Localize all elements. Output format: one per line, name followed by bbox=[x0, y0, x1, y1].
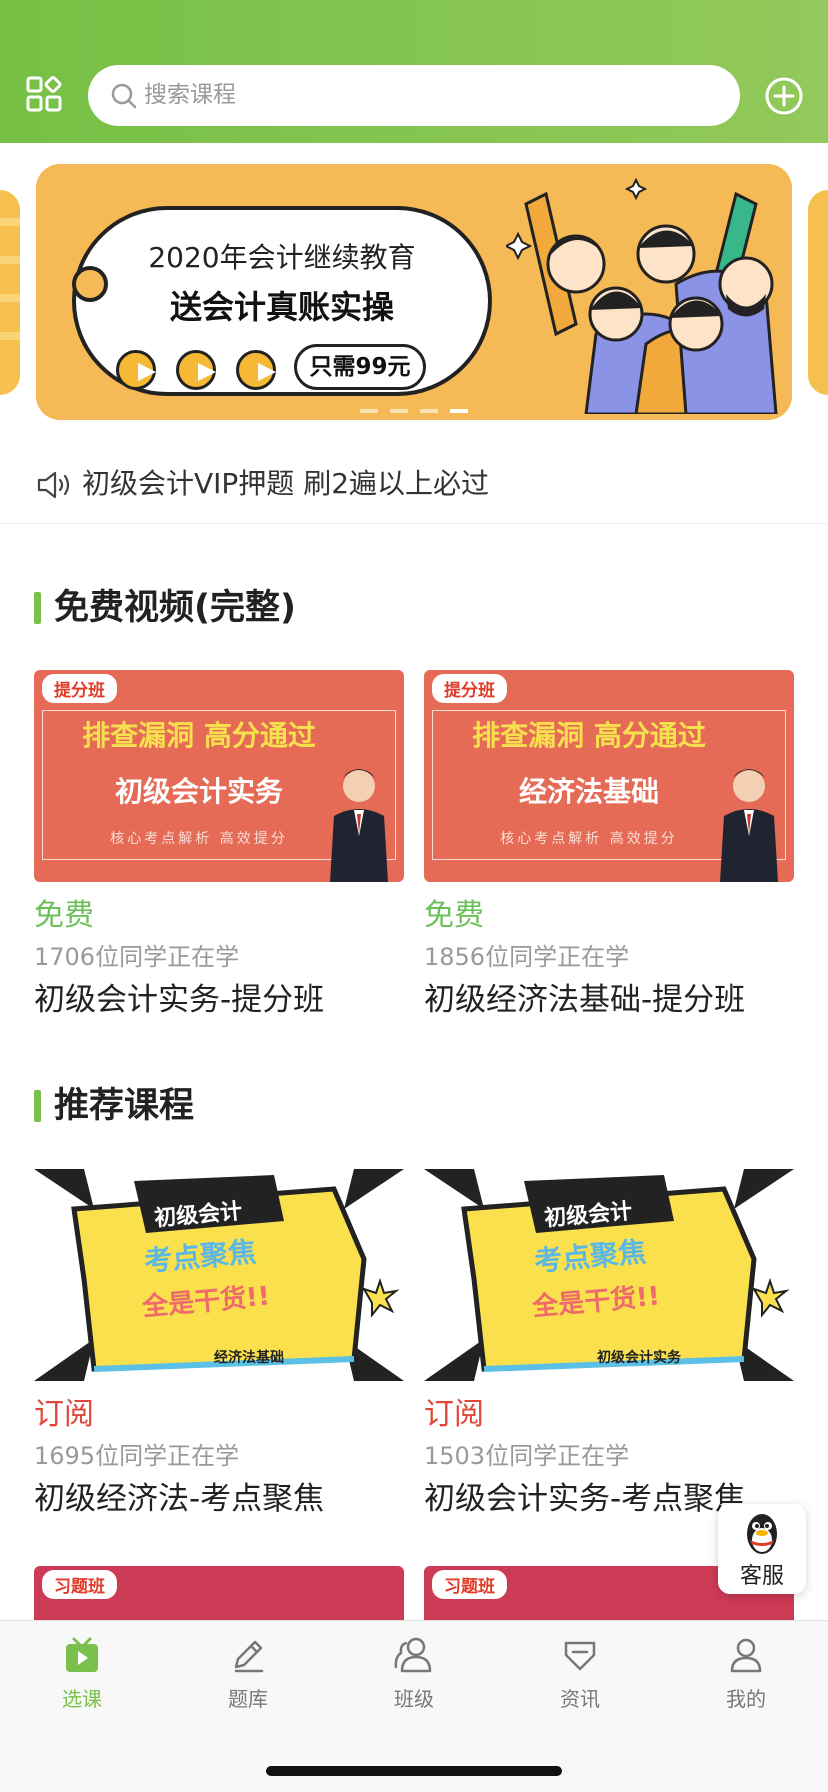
learner-count: 1856位同学正在学 bbox=[424, 943, 630, 971]
announcement-bar[interactable]: 初级会计VIP押题 刷2遍以上必过 bbox=[36, 462, 796, 506]
user-icon bbox=[730, 1638, 762, 1673]
thumb-tag: 习题班 bbox=[42, 1570, 117, 1599]
learner-count: 1503位同学正在学 bbox=[424, 1442, 630, 1470]
course-card[interactable]: 初级会计 考点聚焦 全是干货!! 初级会计实务 订阅 1503位同学正在学 初级… bbox=[424, 1169, 794, 1517]
announcement-text: 初级会计VIP押题 刷2遍以上必过 bbox=[82, 467, 490, 500]
thumb-subject: 初级会计实务 bbox=[114, 775, 283, 808]
carousel-dot[interactable] bbox=[420, 409, 438, 413]
search-input[interactable]: 搜索课程 bbox=[88, 65, 740, 126]
carousel-next-peek[interactable] bbox=[808, 190, 828, 395]
pencil-icon bbox=[234, 1640, 264, 1673]
top-header: 搜索课程 bbox=[0, 0, 828, 143]
thumb-tag: 提分班 bbox=[432, 674, 507, 703]
search-icon bbox=[111, 83, 137, 109]
banner-price: 只需99元 bbox=[294, 344, 426, 390]
course-thumbnail[interactable]: 初级会计 考点聚焦 全是干货!! 经济法基础 bbox=[34, 1169, 404, 1381]
thumb-tag: 习题班 bbox=[432, 1570, 507, 1599]
banner-line2: 送会计真账实操 bbox=[169, 288, 394, 326]
tv-play-icon bbox=[66, 1637, 98, 1672]
thumb-tag: 提分班 bbox=[42, 674, 117, 703]
course-price: 免费 bbox=[424, 898, 484, 933]
class-people-icon bbox=[394, 1637, 432, 1673]
thumb-headline: 排查漏洞 高分通过 bbox=[472, 719, 706, 752]
search-placeholder: 搜索课程 bbox=[144, 82, 236, 108]
thumb-headline: 排查漏洞 高分通过 bbox=[82, 719, 316, 752]
carousel-indicators bbox=[36, 398, 792, 417]
thumb-subject: 经济法基础 bbox=[518, 775, 659, 808]
course-price: 免费 bbox=[34, 898, 94, 933]
teacher-figure bbox=[330, 769, 388, 882]
learner-count: 1695位同学正在学 bbox=[34, 1442, 240, 1470]
learner-count: 1706位同学正在学 bbox=[34, 943, 240, 971]
customer-service-label: 客服 bbox=[739, 1564, 784, 1589]
course-thumbnail[interactable]: 提分班 排查漏洞 高分通过 经济法基础 核心考点解析 高效提分 bbox=[424, 670, 794, 882]
add-circle-icon[interactable] bbox=[764, 76, 804, 116]
course-thumbnail[interactable]: 初级会计 考点聚焦 全是干货!! 初级会计实务 bbox=[424, 1169, 794, 1381]
home-indicator bbox=[266, 1766, 562, 1776]
pacman-icon bbox=[236, 350, 276, 390]
divider bbox=[0, 523, 828, 524]
course-title: 初级会计实务-考点聚焦 bbox=[424, 1481, 746, 1517]
thumb-subject: 初级会计实务 bbox=[597, 1350, 681, 1366]
course-price: 订阅 bbox=[424, 1397, 484, 1432]
tab-profile[interactable]: 我的 bbox=[691, 1635, 801, 1725]
carousel-prev-peek[interactable] bbox=[0, 190, 20, 395]
course-title: 初级经济法基础-提分班 bbox=[424, 982, 746, 1018]
promo-banner[interactable]: 2020年会计继续教育 送会计真账实操 只需99元 bbox=[36, 164, 792, 420]
tab-label: 选课 bbox=[62, 1687, 102, 1711]
section-accent-bar bbox=[34, 1090, 41, 1122]
category-grid-icon[interactable] bbox=[26, 76, 62, 112]
course-card-partial[interactable]: 习题班 bbox=[34, 1566, 404, 1626]
course-card[interactable]: 初级会计 考点聚焦 全是干货!! 经济法基础 订阅 1695位同学正在学 初级经… bbox=[34, 1169, 404, 1517]
pacman-icon bbox=[176, 350, 216, 390]
tab-news[interactable]: 资讯 bbox=[525, 1635, 635, 1725]
thumb-subject: 经济法基础 bbox=[214, 1350, 284, 1366]
qq-penguin-icon bbox=[747, 1514, 777, 1554]
tab-label: 资讯 bbox=[560, 1687, 600, 1711]
cheering-people-illustration bbox=[506, 177, 778, 414]
tab-courses[interactable]: 选课 bbox=[27, 1635, 137, 1725]
carousel-dot-active[interactable] bbox=[450, 409, 468, 413]
carousel-dot[interactable] bbox=[360, 409, 378, 413]
section-title: 推荐课程 bbox=[54, 1086, 195, 1126]
thumb-caption: 核心考点解析 高效提分 bbox=[110, 831, 288, 847]
thumb-caption: 核心考点解析 高效提分 bbox=[500, 831, 678, 847]
news-diamond-icon bbox=[564, 1641, 596, 1671]
course-card[interactable]: 提分班 排查漏洞 高分通过 初级会计实务 核心考点解析 高效提分 免费 1706… bbox=[34, 670, 404, 1018]
speaker-icon bbox=[37, 471, 70, 499]
pacman-icon bbox=[116, 350, 156, 390]
course-thumbnail[interactable]: 提分班 排查漏洞 高分通过 初级会计实务 核心考点解析 高效提分 bbox=[34, 670, 404, 882]
course-title: 初级会计实务-提分班 bbox=[34, 982, 325, 1018]
teacher-figure bbox=[720, 769, 778, 882]
tab-label: 我的 bbox=[726, 1687, 766, 1711]
section-title: 免费视频(完整) bbox=[54, 588, 296, 628]
tab-question-bank[interactable]: 题库 bbox=[193, 1635, 303, 1725]
banner-speech-bubble: 2020年会计继续教育 送会计真账实操 只需99元 bbox=[72, 206, 492, 396]
tab-label: 题库 bbox=[228, 1687, 268, 1711]
tab-label: 班级 bbox=[394, 1687, 434, 1711]
banner-line1: 2020年会计继续教育 bbox=[148, 241, 416, 274]
carousel-dot[interactable] bbox=[390, 409, 408, 413]
course-card[interactable]: 提分班 排查漏洞 高分通过 经济法基础 核心考点解析 高效提分 免费 1856位… bbox=[424, 670, 794, 1018]
course-title: 初级经济法-考点聚焦 bbox=[34, 1481, 325, 1517]
tab-class[interactable]: 班级 bbox=[359, 1635, 469, 1725]
customer-service-button[interactable]: 客服 bbox=[718, 1504, 806, 1594]
course-price: 订阅 bbox=[34, 1397, 94, 1432]
section-accent-bar bbox=[34, 592, 41, 624]
